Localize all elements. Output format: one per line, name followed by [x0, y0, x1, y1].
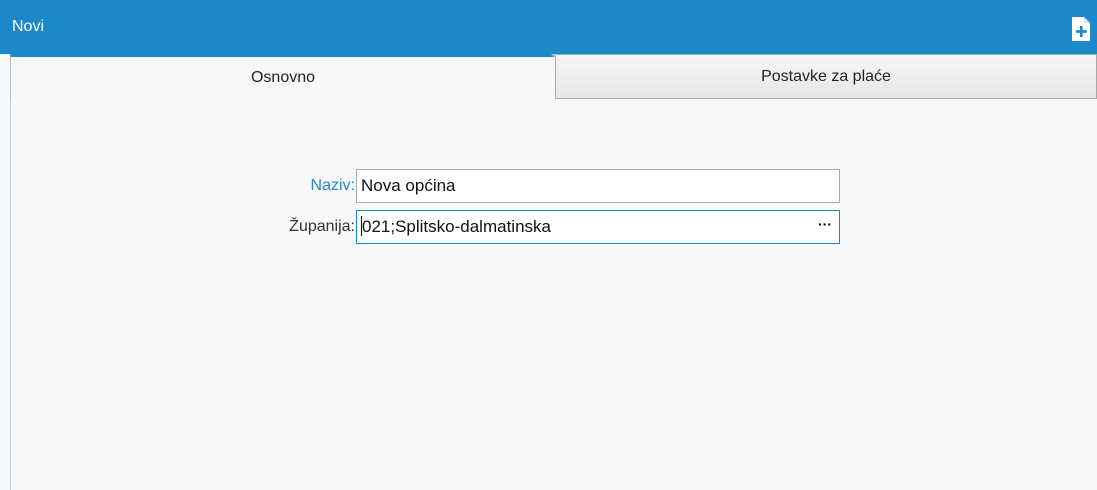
zupanija-row: Županija: [11, 210, 355, 244]
zupanija-label: Županija: [289, 218, 355, 235]
tab-osnovno-label: Osnovno [250, 69, 316, 86]
tab-content-panel: Naziv: Nova općina Županija: 021;Splitsk… [10, 100, 1097, 490]
naziv-value: Nova općina [361, 176, 456, 195]
zupanija-value: 021;Splitsko-dalmatinska [362, 217, 551, 236]
window-title: Novi [12, 18, 45, 35]
dialog-window: Novi Osnovno Postavke za plaće Naziv: No… [0, 0, 1097, 490]
new-document-button[interactable] [1071, 16, 1091, 42]
tab-postavke-za-place-label: Postavke za plaće [761, 68, 891, 85]
tab-corner-decoration [551, 54, 556, 59]
naziv-label: Naziv: [310, 177, 355, 194]
title-bar: Novi [0, 0, 1097, 54]
zupanija-lookup-button[interactable]: ··· [817, 217, 833, 235]
naziv-input[interactable]: Nova općina [356, 169, 840, 203]
naziv-row: Naziv: [11, 169, 355, 203]
tab-osnovno[interactable]: Osnovno [10, 54, 555, 100]
tab-postavke-za-place[interactable]: Postavke za plaće [555, 54, 1097, 99]
tab-strip: Osnovno Postavke za plaće [0, 54, 1097, 100]
zupanija-input[interactable]: 021;Splitsko-dalmatinska ··· [356, 210, 840, 244]
new-document-plus-icon [1071, 16, 1091, 42]
